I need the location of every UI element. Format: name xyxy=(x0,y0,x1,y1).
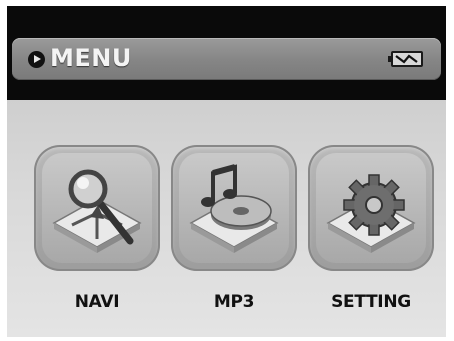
header-bar: MENU xyxy=(12,38,441,80)
music-disc-icon xyxy=(189,164,279,253)
navi-label[interactable]: NAVI xyxy=(27,292,167,312)
battery-charging-icon xyxy=(388,51,423,67)
gear-icon xyxy=(326,174,416,253)
mp3-label[interactable]: MP3 xyxy=(164,292,304,312)
menu-content: NAVI MP3 SETTING xyxy=(7,100,446,337)
device-screen: MENU NAVI MP3 SETTING xyxy=(7,6,446,337)
setting-label[interactable]: SETTING xyxy=(301,292,441,312)
mp3-button[interactable] xyxy=(171,145,297,271)
play-circle-icon xyxy=(28,51,45,68)
navi-button[interactable] xyxy=(34,145,160,271)
setting-button[interactable] xyxy=(308,145,434,271)
menu-title: MENU xyxy=(50,44,132,72)
navigation-magnifier-icon xyxy=(52,169,142,253)
